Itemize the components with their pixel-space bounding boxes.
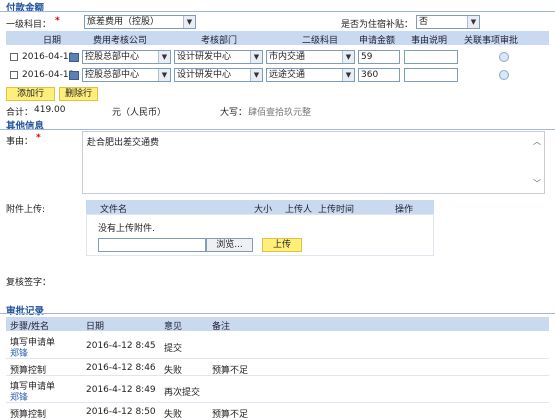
chevron-down-icon: ▼ — [183, 16, 195, 28]
chevron-down-icon: ▼ — [342, 51, 354, 63]
approval-table-header: 步骤/姓名 日期 意见 备注 — [6, 317, 549, 332]
col-date: 日期 — [43, 36, 62, 46]
date-text: 2016-4-12 8:50 — [86, 407, 156, 417]
dept-select[interactable]: 设计研发中心 ▼ — [174, 68, 263, 82]
calendar-icon[interactable] — [69, 53, 79, 62]
attach-label: 附件上传: — [6, 205, 46, 215]
col-related: 关联事项审批 — [464, 36, 519, 46]
reason-text: 赴合肥出差交通费 — [87, 138, 160, 148]
col-company: 费用考核公司 — [93, 36, 148, 46]
reason-label: 事由： — [6, 137, 34, 147]
approval-section-title: 审批记录 — [6, 306, 45, 317]
step-text: 预算控制 — [10, 410, 47, 420]
delete-row-button[interactable]: 删除行 — [59, 87, 98, 101]
row-checkbox[interactable] — [10, 53, 18, 61]
col-step: 步骤/姓名 — [10, 322, 50, 332]
remark-text: 预算不足 — [212, 410, 249, 420]
col-amount: 申请金额 — [359, 36, 396, 46]
no-attach-text: 没有上传附件. — [98, 224, 155, 234]
note-input[interactable] — [404, 50, 458, 64]
company-select[interactable]: 控股总部中心 ▼ — [82, 68, 171, 82]
upload-button[interactable]: 上传 — [262, 238, 302, 252]
required-star: * — [36, 133, 41, 143]
search-icon[interactable] — [499, 70, 509, 80]
chevron-up-icon[interactable]: ︿ — [533, 136, 541, 147]
attach-table-header: 文件名 大小 上传人 上传时间 操作 — [86, 200, 434, 215]
company-select[interactable]: 控股总部中心 ▼ — [82, 50, 171, 64]
capital-label: 大写： — [220, 108, 248, 118]
chevron-down-icon[interactable]: ﹀ — [533, 178, 541, 189]
row-checkbox[interactable] — [10, 71, 18, 79]
col-note: 事由说明 — [411, 36, 448, 46]
date-text: 2016-4-12 8:46 — [86, 363, 156, 373]
date-text: 2016-4-12 8:45 — [86, 341, 156, 351]
allowance-label: 是否为住宿补贴： — [341, 20, 414, 30]
date-text: 2016-4-12 8:49 — [86, 385, 156, 395]
opinion-text: 提交 — [164, 344, 183, 354]
currency-label: 元（人民币） — [112, 108, 167, 118]
required-star: * — [55, 16, 60, 26]
col-date: 日期 — [86, 322, 105, 332]
chevron-down-icon: ▼ — [250, 69, 262, 81]
chevron-down-icon: ▼ — [467, 16, 479, 28]
row-date[interactable]: 2016-04-12 — [22, 70, 74, 80]
file-path-input[interactable] — [98, 238, 206, 252]
col-remark: 备注 — [212, 322, 231, 332]
level1-select[interactable]: 旅差费用（控股） ▼ — [84, 15, 196, 29]
chevron-down-icon: ▼ — [250, 51, 262, 63]
opinion-text: 失败 — [164, 410, 183, 420]
col-level2: 二级科目 — [302, 36, 339, 46]
opinion-text: 再次提交 — [164, 388, 201, 398]
note-input[interactable] — [404, 68, 458, 82]
level2-select[interactable]: 市内交通 ▼ — [266, 50, 355, 64]
add-row-button[interactable]: 添加行 — [6, 87, 55, 101]
dept-select[interactable]: 设计研发中心 ▼ — [174, 50, 263, 64]
chevron-down-icon: ▼ — [158, 69, 170, 81]
calendar-icon[interactable] — [69, 71, 79, 80]
row-date[interactable]: 2016-04-12 — [22, 52, 74, 62]
level1-label: 一级科目： — [6, 20, 52, 30]
review-label: 复核签字： — [6, 278, 52, 288]
capital-value: 肆佰壹拾玖元整 — [248, 108, 312, 118]
total-value: 419.00 — [34, 105, 66, 115]
col-opinion: 意见 — [164, 322, 183, 332]
chevron-down-icon: ▼ — [342, 69, 354, 81]
amount-input[interactable]: 360 — [358, 68, 400, 82]
col-dept: 考核部门 — [201, 36, 238, 46]
total-label: 合计： — [6, 108, 34, 118]
browse-button[interactable]: 浏览... — [206, 238, 253, 252]
search-icon[interactable] — [499, 52, 509, 62]
chevron-down-icon: ▼ — [158, 51, 170, 63]
reason-textarea[interactable]: 赴合肥出差交通费 — [82, 131, 545, 194]
allowance-select[interactable]: 否 ▼ — [416, 15, 480, 29]
expense-table-header: 日期 费用考核公司 考核部门 二级科目 申请金额 事由说明 关联事项审批 — [6, 31, 549, 46]
amount-input[interactable]: 59 — [358, 50, 400, 64]
level2-select[interactable]: 远途交通 ▼ — [266, 68, 355, 82]
